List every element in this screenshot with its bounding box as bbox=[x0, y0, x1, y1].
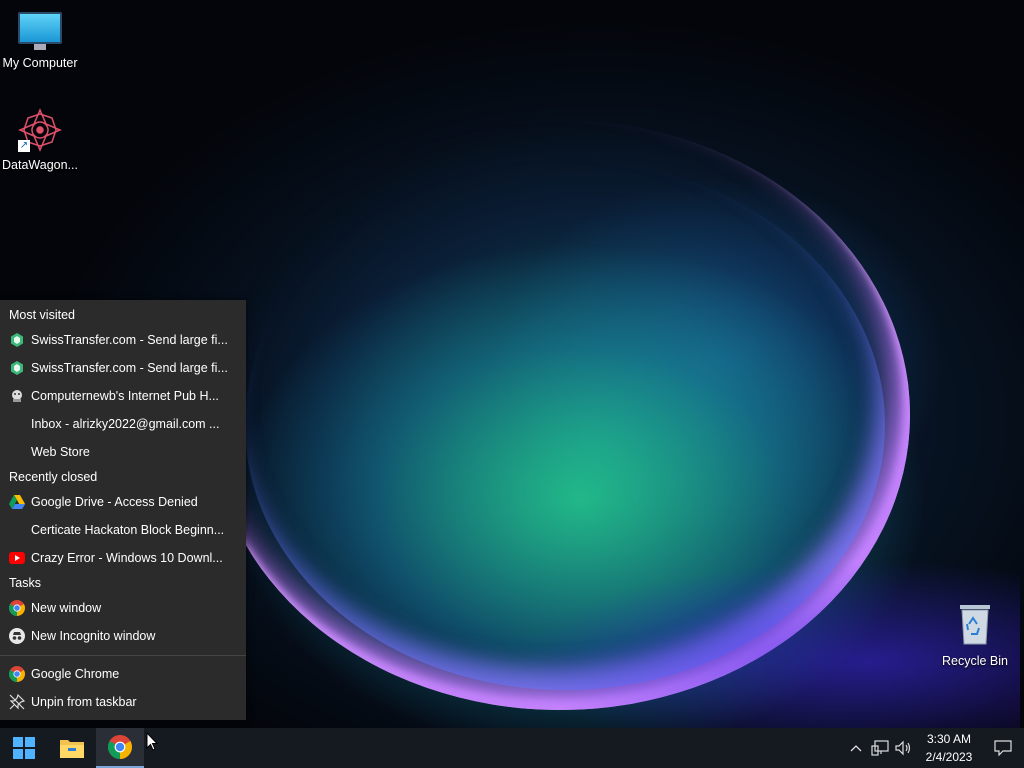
desktop-icon-label: Recycle Bin bbox=[942, 654, 1008, 668]
jumplist-item-label: New Incognito window bbox=[31, 629, 156, 643]
jumplist-item-label: New window bbox=[31, 601, 102, 615]
most-visited-header: Most visited bbox=[9, 308, 75, 322]
taskbar-clock[interactable]: 3:30 AM 2/4/2023 bbox=[916, 730, 982, 766]
clock-time: 3:30 AM bbox=[926, 732, 972, 746]
action-center-button[interactable] bbox=[982, 728, 1024, 768]
unpin-icon bbox=[9, 694, 25, 710]
jumplist-item-label: Unpin from taskbar bbox=[31, 695, 137, 709]
chrome-icon bbox=[9, 600, 25, 616]
network-button[interactable] bbox=[868, 728, 892, 768]
jumplist-item-new-window[interactable]: New window bbox=[0, 594, 246, 622]
volume-button[interactable] bbox=[892, 728, 916, 768]
chrome-icon bbox=[9, 666, 25, 682]
recently-closed-header: Recently closed bbox=[9, 470, 98, 484]
youtube-icon bbox=[9, 550, 25, 566]
jumplist-item-most-visited[interactable]: SwissTransfer.com - Send large fi... bbox=[0, 354, 246, 382]
show-hidden-icons-button[interactable] bbox=[844, 728, 868, 768]
network-icon bbox=[871, 740, 889, 756]
jumplist-item-label: Google Chrome bbox=[31, 667, 120, 681]
jumplist-item-label: Certicate Hackaton Block Beginn... bbox=[31, 523, 225, 537]
jumplist-item-label: Google Drive - Access Denied bbox=[31, 495, 198, 509]
jumplist-item-most-visited[interactable]: Computernewb's Internet Pub H... bbox=[0, 382, 246, 410]
clock-date: 2/4/2023 bbox=[925, 750, 973, 764]
jumplist-item-label: SwissTransfer.com - Send large fi... bbox=[31, 333, 228, 347]
desktop-icon-my-computer[interactable]: My Computer bbox=[0, 0, 80, 70]
windows-logo-icon bbox=[13, 737, 35, 759]
desktop-icon-label: DataWagon... bbox=[2, 158, 78, 172]
jumplist-divider bbox=[0, 655, 246, 656]
taskbar-file-explorer[interactable] bbox=[48, 728, 96, 768]
jumplist-item-most-visited[interactable]: Web Store bbox=[0, 438, 246, 466]
desktop-icon-label: My Computer bbox=[2, 56, 78, 70]
jumplist-item-most-visited[interactable]: Inbox - alrizky2022@gmail.com ... bbox=[0, 410, 246, 438]
start-button[interactable] bbox=[0, 728, 48, 768]
jumplist-item-label: Inbox - alrizky2022@gmail.com ... bbox=[31, 417, 220, 431]
chevron-up-icon bbox=[850, 745, 862, 752]
jumplist-item-recently-closed[interactable]: Crazy Error - Windows 10 Downl... bbox=[0, 544, 246, 572]
google-drive-icon bbox=[9, 494, 25, 510]
jumplist-item-recently-closed[interactable]: Google Drive - Access Denied bbox=[0, 488, 246, 516]
jumplist-item-recently-closed[interactable]: Certicate Hackaton Block Beginn... bbox=[0, 516, 246, 544]
jumplist-item-label: Web Store bbox=[31, 445, 90, 459]
swisstransfer-icon bbox=[9, 332, 25, 348]
recycle-bin-icon bbox=[957, 602, 993, 646]
jumplist-item-most-visited[interactable]: SwissTransfer.com - Send large fi... bbox=[0, 326, 246, 354]
monitor-icon bbox=[18, 12, 62, 50]
volume-icon bbox=[895, 740, 911, 756]
jumplist-item-label: Computernewb's Internet Pub H... bbox=[31, 389, 219, 403]
taskbar-chrome[interactable] bbox=[96, 728, 144, 768]
jumplist-item-label: SwissTransfer.com - Send large fi... bbox=[31, 361, 228, 375]
datawagon-icon: ↗ bbox=[18, 108, 62, 152]
jumplist-item-new-incognito-window[interactable]: New Incognito window bbox=[0, 622, 246, 650]
jumplist-item-unpin[interactable]: Unpin from taskbar bbox=[0, 688, 246, 716]
chrome-icon bbox=[108, 735, 132, 759]
swisstransfer-icon bbox=[9, 360, 25, 376]
jumplist-item-label: Crazy Error - Windows 10 Downl... bbox=[31, 551, 223, 565]
shortcut-arrow-icon: ↗ bbox=[18, 140, 30, 152]
tasks-header: Tasks bbox=[9, 576, 41, 590]
folder-icon bbox=[60, 740, 84, 758]
system-tray: 3:30 AM 2/4/2023 bbox=[844, 728, 1024, 768]
notification-icon bbox=[994, 740, 1012, 756]
mouse-cursor-icon bbox=[146, 732, 158, 751]
computernewb-icon bbox=[9, 388, 25, 404]
chrome-jump-list: Most visited SwissTransfer.com - Send la… bbox=[0, 300, 246, 720]
incognito-icon bbox=[9, 628, 25, 644]
desktop-icon-recycle-bin[interactable]: Recycle Bin bbox=[935, 602, 1015, 668]
desktop-icon-datawagon[interactable]: ↗ DataWagon... bbox=[0, 102, 80, 172]
jumplist-item-google-chrome[interactable]: Google Chrome bbox=[0, 660, 246, 688]
